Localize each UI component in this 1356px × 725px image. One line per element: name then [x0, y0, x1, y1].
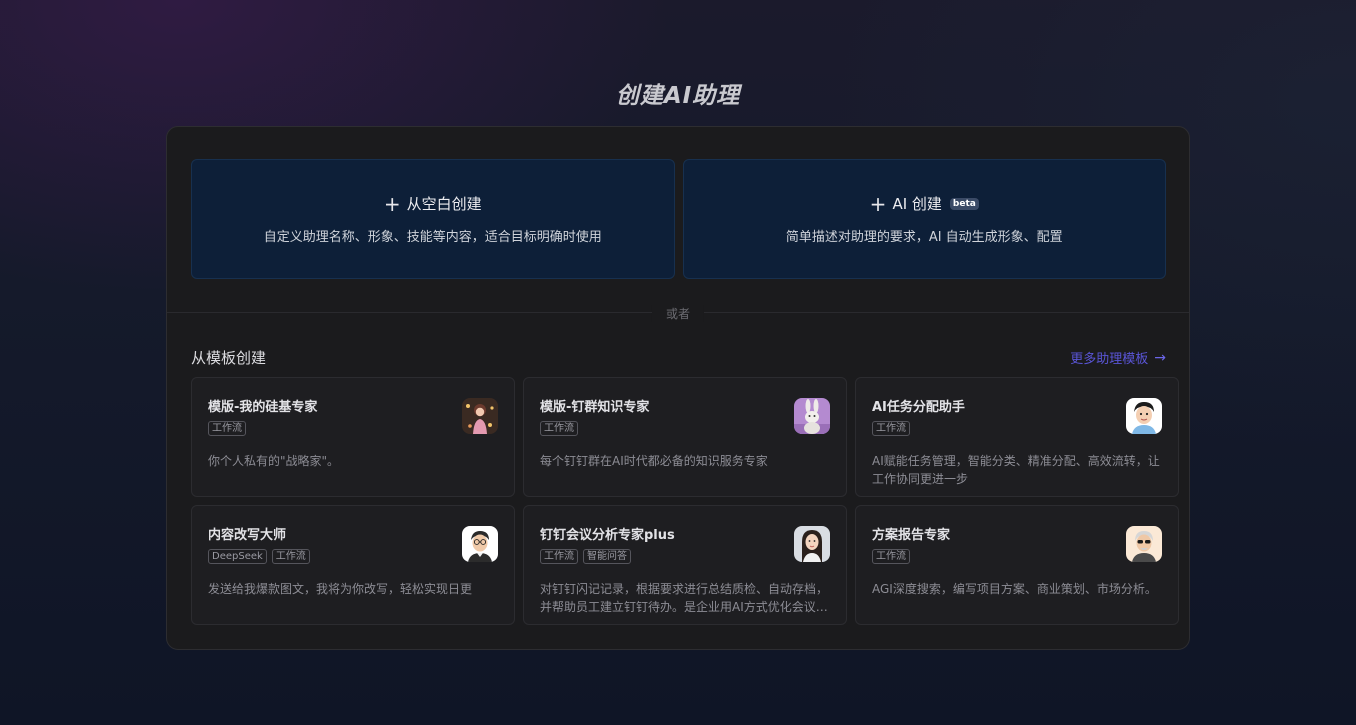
template-card[interactable]: 方案报告专家 工作流 AGI深度搜索，编写项目方案、商业策划、市场分析。	[855, 505, 1179, 625]
arrow-right-icon: →	[1154, 349, 1166, 366]
woman-avatar	[794, 526, 830, 562]
more-templates-link[interactable]: 更多助理模板 →	[1070, 348, 1166, 368]
template-card[interactable]: 钉钉会议分析专家plus 工作流 智能问答 对钉钉闪记记录，根据要求进行总结质检…	[523, 505, 847, 625]
create-assistant-panel: + 从空白创建 自定义助理名称、形象、技能等内容，适合目标明确时使用 + AI …	[166, 126, 1190, 650]
template-desc: 对钉钉闪记记录，根据要求进行总结质检、自动存档，并帮助员工建立钉钉待办。是企业用…	[540, 582, 829, 614]
template-name: AI任务分配助手	[872, 400, 965, 415]
template-name: 模版-钉群知识专家	[540, 400, 650, 415]
template-desc: AGI深度搜索，编写项目方案、商业策划、市场分析。	[872, 582, 1157, 596]
bunny-avatar	[794, 398, 830, 434]
template-tags: 工作流	[540, 421, 830, 436]
create-ai-title: AI 创建	[892, 195, 942, 213]
template-card[interactable]: 模版-钉群知识专家 工作流 每个钉钉群在AI时代都必备的知识服务专家	[523, 377, 847, 497]
template-card[interactable]: 模版-我的硅基专家 工作流 你个人私有的"战略家"。	[191, 377, 515, 497]
templates-title: 从模板创建	[191, 349, 267, 367]
template-name: 钉钉会议分析专家plus	[540, 528, 675, 543]
template-tag: 工作流	[208, 421, 246, 436]
template-tag: 工作流	[540, 549, 578, 564]
template-name: 内容改写大师	[208, 528, 287, 543]
create-blank-button[interactable]: + 从空白创建 自定义助理名称、形象、技能等内容，适合目标明确时使用	[191, 159, 675, 279]
template-card[interactable]: AI任务分配助手 工作流 AI赋能任务管理，智能分类、精准分配、高效流转，让工作…	[855, 377, 1179, 497]
create-ai-button[interactable]: + AI 创建 beta 简单描述对助理的要求，AI 自动生成形象、配置	[682, 159, 1166, 279]
create-blank-title: 从空白创建	[406, 195, 482, 213]
cartoon-man-avatar	[1126, 398, 1162, 434]
template-tags: 工作流	[208, 421, 498, 436]
template-desc: AI赋能任务管理，智能分类、精准分配、高效流转，让工作协同更进一步	[872, 454, 1160, 486]
divider-text: 或者	[651, 305, 705, 322]
create-ai-desc: 简单描述对助理的要求，AI 自动生成形象、配置	[785, 230, 1063, 245]
plus-icon: +	[869, 191, 887, 216]
more-templates-label: 更多助理模板	[1070, 352, 1149, 367]
template-tag: 工作流	[872, 421, 910, 436]
template-tags: 工作流	[872, 421, 1162, 436]
templates-header: 从模板创建 更多助理模板 →	[191, 347, 1166, 368]
template-grid: 模版-我的硅基专家 工作流 你个人私有的"战略家"。 模版-钉群知识专家 工作流…	[191, 377, 1179, 625]
glasses-man-avatar	[462, 526, 498, 562]
template-tags: DeepSeek 工作流	[208, 549, 498, 564]
create-options: + 从空白创建 自定义助理名称、形象、技能等内容，适合目标明确时使用 + AI …	[191, 159, 1166, 279]
template-name: 方案报告专家	[872, 528, 951, 543]
template-tags: 工作流 智能问答	[540, 549, 830, 564]
create-blank-desc: 自定义助理名称、形象、技能等内容，适合目标明确时使用	[263, 230, 602, 245]
template-name: 模版-我的硅基专家	[208, 400, 318, 415]
plus-icon: +	[383, 191, 401, 216]
template-tags: 工作流	[872, 549, 1162, 564]
template-tag: 工作流	[271, 549, 310, 564]
sunglasses-elder-avatar	[1126, 526, 1162, 562]
template-tag: 工作流	[872, 549, 910, 564]
beta-badge: beta	[949, 197, 979, 210]
template-tag: 智能问答	[583, 549, 631, 564]
template-desc: 发送给我爆款图文，我将为你改写，轻松实现日更	[208, 582, 473, 596]
template-tag: DeepSeek	[208, 549, 267, 564]
template-tag: 工作流	[540, 421, 578, 436]
template-desc: 你个人私有的"战略家"。	[208, 454, 340, 468]
template-card[interactable]: 内容改写大师 DeepSeek 工作流 发送给我爆款图文，我将为你改写，轻松实现…	[191, 505, 515, 625]
template-desc: 每个钉钉群在AI时代都必备的知识服务专家	[540, 454, 768, 468]
girl-garden-avatar	[462, 398, 498, 434]
page-title: 创建AI助理	[615, 83, 741, 109]
